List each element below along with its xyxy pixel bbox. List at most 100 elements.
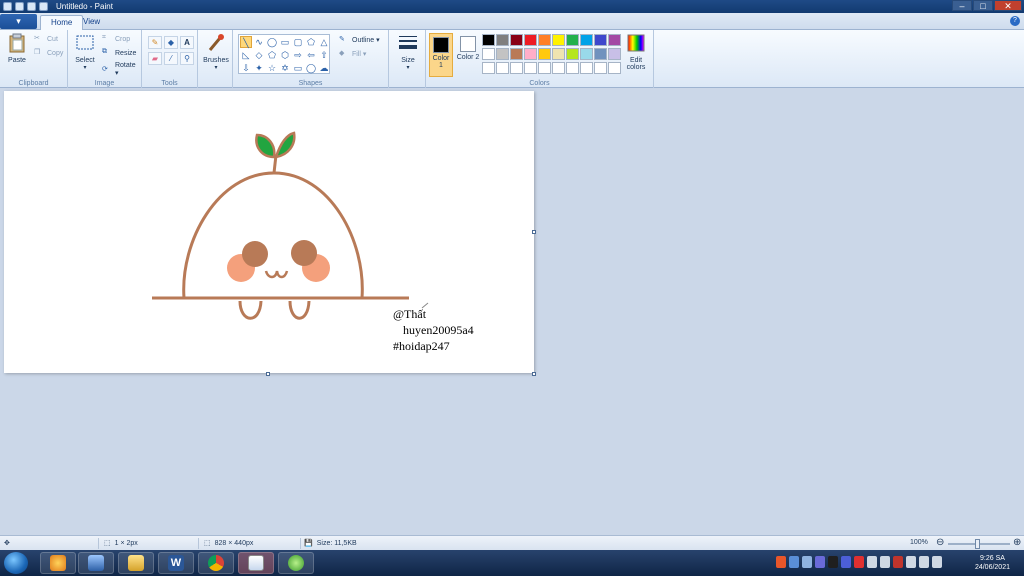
- edit-colors-button[interactable]: Edit colors: [622, 33, 650, 71]
- fill-button[interactable]: ◆ Fill ▾: [339, 49, 366, 59]
- tray-icon-2[interactable]: [789, 556, 799, 568]
- palette-swatch[interactable]: [552, 48, 565, 60]
- down-arrow-shape-icon[interactable]: ⇩: [240, 62, 252, 74]
- tray-icon-11[interactable]: [906, 556, 916, 568]
- tab-view[interactable]: View: [73, 15, 110, 30]
- rotate-button[interactable]: ⟳ Rotate ▾: [102, 62, 141, 77]
- taskbar-clock[interactable]: 9:26 SA 24/06/2021: [975, 554, 1010, 572]
- zoom-slider-thumb[interactable]: [975, 539, 980, 549]
- taskbar-explorer[interactable]: [118, 552, 154, 574]
- taskbar-chrome[interactable]: [198, 552, 234, 574]
- palette-swatch[interactable]: [538, 48, 551, 60]
- palette-swatch[interactable]: [566, 62, 579, 74]
- size-button[interactable]: Size ▾: [393, 33, 423, 71]
- select-button[interactable]: Select ▾: [72, 33, 98, 71]
- oval-shape-icon[interactable]: ◯: [266, 36, 278, 48]
- resize-button[interactable]: ⧉ Resize: [102, 48, 136, 58]
- palette-swatch[interactable]: [580, 34, 593, 46]
- redo-icon[interactable]: [39, 2, 48, 11]
- zoom-out-button[interactable]: ⊖: [936, 537, 944, 548]
- triangle-shape-icon[interactable]: △: [318, 36, 330, 48]
- tray-icon-6[interactable]: [841, 556, 851, 568]
- tray-icon-8[interactable]: [867, 556, 877, 568]
- undo-icon[interactable]: [27, 2, 36, 11]
- palette-swatch[interactable]: [538, 34, 551, 46]
- drawing-canvas[interactable]: @Thất huyen20095a4 #hoidap247: [4, 91, 534, 373]
- palette-swatch[interactable]: [608, 34, 621, 46]
- palette-swatch[interactable]: [566, 48, 579, 60]
- rectangle-shape-icon[interactable]: ▭: [279, 36, 291, 48]
- up-arrow-shape-icon[interactable]: ⇧: [318, 49, 330, 61]
- hexagon-shape-icon[interactable]: ⬡: [279, 49, 291, 61]
- palette-swatch[interactable]: [608, 62, 621, 74]
- zoom-in-button[interactable]: ⊕: [1013, 537, 1021, 548]
- palette-swatch[interactable]: [496, 34, 509, 46]
- tray-icon-3[interactable]: [802, 556, 812, 568]
- curve-shape-icon[interactable]: ∿: [253, 36, 265, 48]
- palette-swatch[interactable]: [538, 62, 551, 74]
- color2-button[interactable]: Color 2: [456, 33, 480, 77]
- right-triangle-shape-icon[interactable]: ◺: [240, 49, 252, 61]
- palette-swatch[interactable]: [524, 62, 537, 74]
- pencil-icon[interactable]: ✎: [148, 36, 162, 49]
- network-icon[interactable]: [919, 556, 929, 568]
- palette-swatch[interactable]: [524, 34, 537, 46]
- paste-button[interactable]: Paste: [4, 33, 30, 64]
- palette-swatch[interactable]: [510, 48, 523, 60]
- taskbar-media-player[interactable]: [40, 552, 76, 574]
- copy-button[interactable]: ❐ Copy: [34, 48, 63, 58]
- five-point-star-shape-icon[interactable]: ☆: [266, 62, 278, 74]
- palette-swatch[interactable]: [524, 48, 537, 60]
- palette-swatch[interactable]: [594, 62, 607, 74]
- outline-button[interactable]: ✎ Outline ▾: [339, 35, 380, 45]
- start-button[interactable]: [4, 552, 28, 574]
- taskbar-word[interactable]: W: [158, 552, 194, 574]
- magnifier-icon[interactable]: ⚲: [180, 52, 194, 65]
- taskbar-paint[interactable]: [238, 552, 274, 574]
- tray-icon-10[interactable]: [893, 556, 903, 568]
- palette-swatch[interactable]: [482, 62, 495, 74]
- palette-swatch[interactable]: [496, 48, 509, 60]
- line-shape-icon[interactable]: ╲: [240, 36, 252, 48]
- brushes-button[interactable]: Brushes ▾: [200, 33, 232, 71]
- minimize-button[interactable]: –: [952, 0, 972, 11]
- tray-icon-9[interactable]: [880, 556, 890, 568]
- palette-swatch[interactable]: [594, 48, 607, 60]
- fill-bucket-icon[interactable]: ◆: [164, 36, 178, 49]
- palette-swatch[interactable]: [608, 48, 621, 60]
- resize-handle-right[interactable]: [532, 230, 536, 234]
- palette-swatch[interactable]: [566, 34, 579, 46]
- taskbar-control-panel[interactable]: [78, 552, 114, 574]
- right-arrow-shape-icon[interactable]: ⇨: [292, 49, 304, 61]
- resize-handle-corner[interactable]: [532, 372, 536, 376]
- callout-shape-icon[interactable]: ▭: [292, 62, 304, 74]
- four-point-star-shape-icon[interactable]: ✦: [253, 62, 265, 74]
- palette-swatch[interactable]: [594, 34, 607, 46]
- crop-button[interactable]: ⌗ Crop: [102, 34, 130, 44]
- close-button[interactable]: ✕: [994, 0, 1022, 11]
- six-point-star-shape-icon[interactable]: ✡: [279, 62, 291, 74]
- save-icon[interactable]: [15, 2, 24, 11]
- paint-app-icon[interactable]: [3, 2, 12, 11]
- help-icon[interactable]: ?: [1010, 16, 1020, 26]
- color1-button[interactable]: Color 1: [429, 33, 453, 77]
- left-arrow-shape-icon[interactable]: ⇦: [305, 49, 317, 61]
- palette-swatch[interactable]: [580, 48, 593, 60]
- eraser-icon[interactable]: ▰: [148, 52, 162, 65]
- paint-menu-button[interactable]: ▾: [0, 14, 37, 29]
- cloud-callout-shape-icon[interactable]: ☁: [318, 62, 330, 74]
- polygon-shape-icon[interactable]: ⬠: [305, 36, 317, 48]
- palette-swatch[interactable]: [510, 62, 523, 74]
- oval-callout-shape-icon[interactable]: ◯: [305, 62, 317, 74]
- tray-icon-5[interactable]: [828, 556, 838, 568]
- palette-swatch[interactable]: [552, 34, 565, 46]
- tray-icon-1[interactable]: [776, 556, 786, 568]
- diamond-shape-icon[interactable]: ◇: [253, 49, 265, 61]
- tray-icon-7[interactable]: [854, 556, 864, 568]
- palette-swatch[interactable]: [496, 62, 509, 74]
- resize-handle-bottom[interactable]: [266, 372, 270, 376]
- palette-swatch[interactable]: [580, 62, 593, 74]
- cut-button[interactable]: ✂ Cut: [34, 34, 58, 44]
- color-picker-icon[interactable]: ⁄: [164, 52, 178, 65]
- text-tool-icon[interactable]: A: [180, 36, 194, 49]
